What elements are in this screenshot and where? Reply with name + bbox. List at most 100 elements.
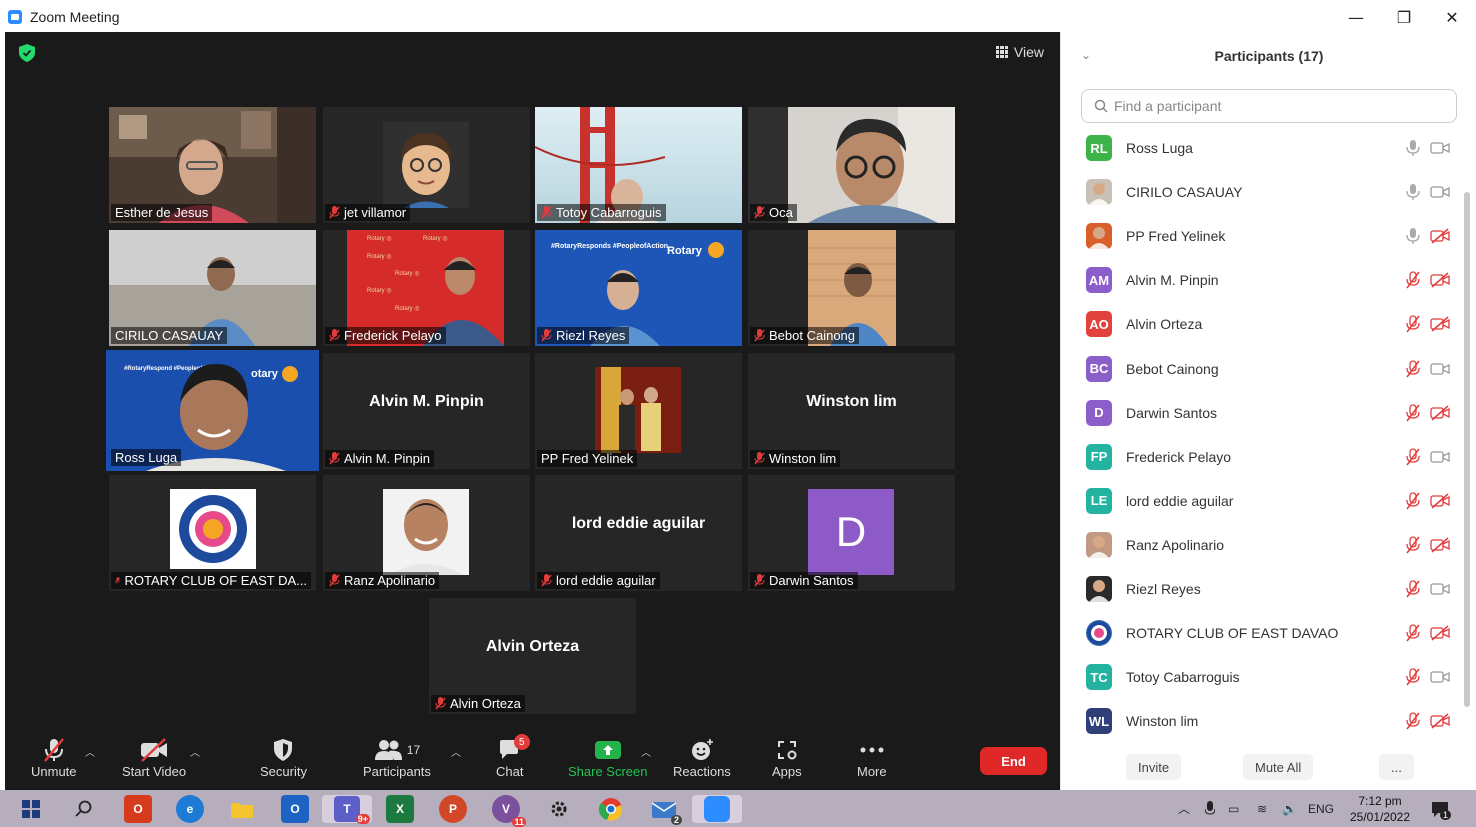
participant-row[interactable]: D Darwin Santos (1061, 391, 1461, 435)
mic-muted-icon[interactable] (1405, 448, 1421, 466)
camera-on-icon[interactable] (1430, 361, 1450, 377)
participant-row[interactable]: AO Alvin Orteza (1061, 302, 1461, 346)
more-button[interactable]: More (857, 736, 887, 779)
battery-icon[interactable]: ▭ (1228, 790, 1239, 827)
participant-row[interactable]: WL Winston lim (1061, 699, 1461, 743)
wifi-icon[interactable]: ≋ (1257, 790, 1267, 827)
camera-on-icon[interactable] (1430, 581, 1450, 597)
mute-all-button[interactable]: Mute All (1243, 754, 1314, 780)
video-tile-bebot[interactable]: Bebot Cainong (748, 230, 955, 346)
video-tile-ross-active-speaker[interactable]: #RotaryRespond #PeopleofActio otary Ross… (106, 350, 319, 471)
start-menu-windows-icon[interactable] (17, 795, 45, 823)
mic-muted-icon[interactable] (1405, 580, 1421, 598)
mic-muted-icon[interactable] (1405, 668, 1421, 686)
video-tile-lord-eddie[interactable]: lord eddie aguilar lord eddie aguilar (535, 475, 742, 591)
security-button[interactable]: Security (260, 736, 307, 779)
participants-scrollbar[interactable] (1464, 192, 1470, 707)
video-tile-pp-fred[interactable]: PP Fred Yelinek (535, 353, 742, 469)
camera-off-icon[interactable] (1430, 625, 1450, 641)
camera-off-icon[interactable] (1430, 228, 1450, 244)
participant-row[interactable]: LE lord eddie aguilar (1061, 479, 1461, 523)
camera-off-icon[interactable] (1430, 713, 1450, 729)
mic-on-icon[interactable] (1405, 183, 1421, 201)
audio-options-caret-icon[interactable]: ︿ (85, 744, 95, 759)
camera-on-icon[interactable] (1430, 449, 1450, 465)
taskbar-search-icon[interactable] (70, 795, 98, 823)
unmute-button[interactable]: Unmute (31, 736, 77, 779)
video-tile-rotary-club[interactable]: ROTARY CLUB OF EAST DA... (109, 475, 316, 591)
teams-taskbar-item[interactable]: T 9+ (322, 795, 372, 824)
camera-off-icon[interactable] (1430, 405, 1450, 421)
participant-row[interactable]: RL Ross Luga (1061, 126, 1461, 170)
language-indicator[interactable]: ENG (1308, 790, 1334, 827)
restore-button[interactable]: ❐ (1380, 0, 1428, 34)
panel-more-button[interactable]: ... (1379, 754, 1414, 780)
video-tile-jet[interactable]: jet villamor (323, 107, 530, 223)
video-tile-darwin[interactable]: D Darwin Santos (748, 475, 955, 591)
video-tile-totoy[interactable]: Totoy Cabarroguis (535, 107, 742, 223)
participant-row[interactable]: Riezl Reyes (1061, 567, 1461, 611)
participants-caret-icon[interactable]: ︿ (451, 744, 461, 759)
file-explorer-icon[interactable] (228, 795, 256, 823)
video-tile-ranz[interactable]: Ranz Apolinario (323, 475, 530, 591)
camera-on-icon[interactable] (1430, 669, 1450, 685)
camera-on-icon[interactable] (1430, 184, 1450, 200)
settings-gear-icon[interactable] (545, 795, 573, 823)
tray-microphone-icon[interactable] (1205, 790, 1215, 827)
share-options-caret-icon[interactable]: ︿ (641, 744, 651, 759)
participant-row[interactable]: CIRILO CASAUAY (1061, 170, 1461, 214)
mic-muted-icon[interactable] (1405, 536, 1421, 554)
mic-muted-icon[interactable] (1405, 403, 1421, 422)
camera-on-icon[interactable] (1430, 140, 1450, 156)
camera-off-icon[interactable] (1430, 316, 1450, 332)
end-meeting-button[interactable]: End (980, 747, 1047, 775)
chrome-browser-icon[interactable] (597, 795, 625, 823)
close-button[interactable]: ✕ (1428, 0, 1476, 34)
video-tile-riezl[interactable]: #RotaryResponds #PeopleofAction Rotary R… (535, 230, 742, 346)
apps-button[interactable]: Apps (772, 736, 802, 779)
participant-row[interactable]: Ranz Apolinario (1061, 523, 1461, 567)
zoom-taskbar-item[interactable] (692, 795, 742, 823)
office-app-icon[interactable]: O (124, 795, 152, 823)
participant-row[interactable]: BC Bebot Cainong (1061, 347, 1461, 391)
video-tile-alvin-orteza[interactable]: Alvin Orteza Alvin Orteza (429, 598, 636, 714)
taskbar-clock[interactable]: 7:12 pm 25/01/2022 (1340, 793, 1420, 825)
share-screen-button[interactable]: Share Screen (568, 736, 648, 779)
participant-row[interactable]: TC Totoy Cabarroguis (1061, 655, 1461, 699)
excel-icon[interactable]: X (386, 795, 414, 823)
video-options-caret-icon[interactable]: ︿ (190, 744, 200, 759)
mic-on-icon[interactable] (1405, 139, 1421, 157)
invite-button[interactable]: Invite (1126, 754, 1182, 780)
mic-muted-icon[interactable] (1405, 624, 1421, 642)
find-participant-input[interactable]: Find a participant (1081, 89, 1457, 123)
volume-icon[interactable]: 🔈 (1282, 790, 1297, 827)
participant-row[interactable]: AM Alvin M. Pinpin (1061, 258, 1461, 302)
camera-off-icon[interactable] (1430, 537, 1450, 553)
participants-button[interactable]: 17 Participants (363, 736, 431, 779)
reactions-button[interactable]: Reactions (673, 736, 731, 779)
mic-muted-icon[interactable] (1405, 315, 1421, 333)
video-tile-oca[interactable]: Oca (748, 107, 955, 223)
minimize-button[interactable]: — (1332, 0, 1380, 34)
mic-muted-icon[interactable] (1405, 492, 1421, 510)
edge-browser-icon[interactable]: e (176, 795, 204, 823)
video-tile-winston[interactable]: Winston lim Winston lim (748, 353, 955, 469)
participant-row[interactable]: PP Fred Yelinek (1061, 214, 1461, 258)
powerpoint-icon[interactable]: P (439, 795, 467, 823)
mic-muted-icon[interactable] (1405, 359, 1421, 378)
viber-icon[interactable]: V 11 (492, 795, 526, 827)
view-button[interactable]: View (995, 44, 1044, 60)
mic-muted-icon[interactable] (1405, 271, 1421, 289)
mic-on-icon[interactable] (1405, 227, 1421, 245)
encryption-shield-icon[interactable] (19, 44, 35, 62)
camera-off-icon[interactable] (1430, 272, 1450, 288)
participant-row[interactable]: ROTARY CLUB OF EAST DAVAO (1061, 611, 1461, 655)
video-tile-frederick[interactable]: Rotary ◎ Rotary ◎ Rotary ◎ Rotary ◎ Rotary… (323, 230, 530, 346)
participant-row[interactable]: FP Frederick Pelayo (1061, 435, 1461, 479)
video-tile-esther[interactable]: Esther de Jesus (109, 107, 316, 223)
notifications-icon[interactable]: 1 (1430, 790, 1452, 827)
camera-off-icon[interactable] (1430, 493, 1450, 509)
chat-button[interactable]: 5 Chat (496, 734, 530, 779)
mic-muted-icon[interactable] (1405, 712, 1421, 730)
start-video-button[interactable]: Start Video (122, 736, 186, 779)
